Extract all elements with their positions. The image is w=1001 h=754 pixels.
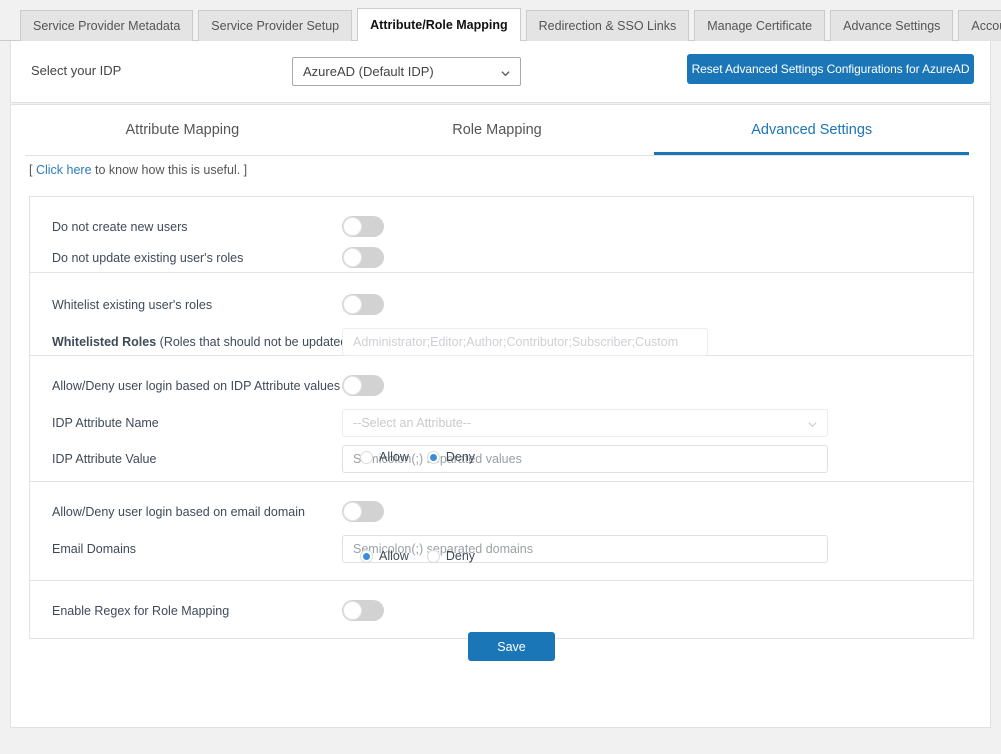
subtab-label: Advanced Settings [751,122,873,138]
enable-regex-label: Enable Regex for Role Mapping [52,603,230,618]
email-domain-login-label: Allow/Deny user login based on email dom… [52,504,305,519]
toggle-knob [343,502,362,521]
toggle-knob [343,295,362,314]
section-email-domain-login: Allow/Deny user login based on email dom… [30,482,973,581]
do-not-update-existing-roles-toggle[interactable] [342,247,384,268]
row-do-not-create-new-users: Do not create new users [30,211,973,242]
tab-manage-certificate[interactable]: Manage Certificate [694,10,826,41]
idp-attribute-name-label: IDP Attribute Name [52,416,159,430]
subtab-attribute-mapping[interactable]: Attribute Mapping [25,111,340,155]
whitelisted-roles-input[interactable] [342,328,708,356]
radio-dot [360,450,373,464]
row-do-not-update-existing-roles: Do not update existing user's roles [30,242,973,273]
radio-label: Allow [379,450,409,464]
subtab-label: Attribute Mapping [125,122,240,138]
section-idp-attribute-login: Allow/Deny user login based on IDP Attri… [30,356,973,482]
select-your-idp-label: Select your IDP [31,63,122,78]
tab-label: Attribute/Role Mapping [370,17,508,32]
whitelisted-roles-label: Whitelisted Roles (Roles that should not… [52,335,351,349]
idp-attribute-name-value: --Select an Attribute-- [353,416,472,430]
tab-redirection-sso-links[interactable]: Redirection & SSO Links [525,10,690,41]
toggle-knob [343,248,362,267]
idp-select-value: AzureAD (Default IDP) [303,64,434,79]
idp-attribute-login-label: Allow/Deny user login based on IDP Attri… [52,378,341,393]
click-here-link[interactable]: Click here [36,163,92,177]
do-not-update-existing-roles-label: Do not update existing user's roles [52,250,244,265]
idp-selection-card: Select your IDP AzureAD (Default IDP) Re… [10,41,991,103]
hint-open-bracket: [ [29,163,36,177]
tab-label: Account Info [971,18,1001,33]
reset-advanced-settings-button[interactable]: Reset Advanced Settings Configurations f… [687,54,974,84]
email-domain-login-toggle[interactable] [342,501,384,522]
email-domain-deny-radio[interactable]: Deny [426,549,476,563]
email-domains-label: Email Domains [52,542,137,556]
tab-label: Service Provider Metadata [33,18,181,33]
whitelisted-roles-label-bold: Whitelisted Roles [52,335,157,349]
row-enable-regex: Enable Regex for Role Mapping [30,595,973,626]
whitelist-existing-roles-toggle[interactable] [342,294,384,315]
idp-attribute-deny-radio[interactable]: Deny [426,450,476,464]
idp-select-dropdown[interactable]: AzureAD (Default IDP) [292,57,521,86]
chevron-down-icon [808,422,817,428]
row-email-domains: Email Domains [30,535,973,563]
row-idp-attribute-value: IDP Attribute Value [30,445,973,473]
idp-attribute-name-select[interactable]: --Select an Attribute-- [342,409,828,437]
subtab-role-mapping[interactable]: Role Mapping [340,111,655,155]
toggle-knob [343,217,362,236]
whitelist-existing-roles-label: Whitelist existing user's roles [52,297,213,312]
radio-label: Allow [379,549,409,563]
radio-dot [360,549,373,563]
idp-attribute-login-toggle[interactable] [342,375,384,396]
row-whitelisted-roles: Whitelisted Roles (Roles that should not… [30,328,973,356]
radio-label: Deny [445,450,476,464]
radio-dot [426,450,440,464]
do-not-create-new-users-toggle[interactable] [342,216,384,237]
idp-attribute-value-label: IDP Attribute Value [52,452,157,466]
row-whitelist-existing-roles: Whitelist existing user's roles [30,289,973,320]
toggle-knob [343,601,362,620]
row-email-domain-toggle: Allow/Deny user login based on email dom… [30,496,973,527]
idp-attribute-allow-deny-radio-group: Allow Deny [360,450,475,464]
tab-label: Service Provider Setup [211,18,340,33]
whitelisted-roles-label-rest: (Roles that should not be updated) [156,335,352,349]
tab-label: Redirection & SSO Links [538,18,677,33]
tab-advance-settings[interactable]: Advance Settings [830,10,954,41]
advanced-settings-content-card: Attribute Mapping Role Mapping Advanced … [10,104,991,728]
subtab-label: Role Mapping [452,122,542,138]
subtab-advanced-settings[interactable]: Advanced Settings [654,111,970,155]
section-regex-role-mapping: Enable Regex for Role Mapping [30,581,973,638]
sub-tab-bar: Attribute Mapping Role Mapping Advanced … [25,111,970,156]
tab-label: Manage Certificate [707,18,813,33]
section-user-creation: Do not create new users Do not update ex… [30,197,973,273]
tab-label: Advance Settings [843,18,941,33]
toggle-knob [343,376,362,395]
email-domain-allow-radio[interactable]: Allow [360,549,409,563]
do-not-create-new-users-label: Do not create new users [52,219,188,234]
hint-rest-text: to know how this is useful. ] [91,163,248,177]
top-tab-bar: Service Provider Metadata Service Provid… [0,0,1001,41]
tab-service-provider-metadata[interactable]: Service Provider Metadata [20,10,194,41]
chevron-down-icon [501,70,510,76]
section-whitelist-roles: Whitelist existing user's roles Whitelis… [30,273,973,356]
advanced-settings-group: Do not create new users Do not update ex… [29,196,974,639]
tab-account-info[interactable]: Account Info [958,10,1001,41]
row-idp-attribute-toggle: Allow/Deny user login based on IDP Attri… [30,370,973,401]
enable-regex-toggle[interactable] [342,600,384,621]
help-hint-text: [ Click here to know how this is useful.… [29,163,247,177]
idp-attribute-allow-radio[interactable]: Allow [360,450,409,464]
tab-attribute-role-mapping[interactable]: Attribute/Role Mapping [357,8,521,41]
tab-service-provider-setup[interactable]: Service Provider Setup [198,10,353,41]
email-domain-allow-deny-radio-group: Allow Deny [360,549,475,563]
radio-dot [426,549,440,563]
radio-label: Deny [445,549,476,563]
save-button[interactable]: Save [468,632,555,661]
row-idp-attribute-name: IDP Attribute Name --Select an Attribute… [30,409,973,437]
